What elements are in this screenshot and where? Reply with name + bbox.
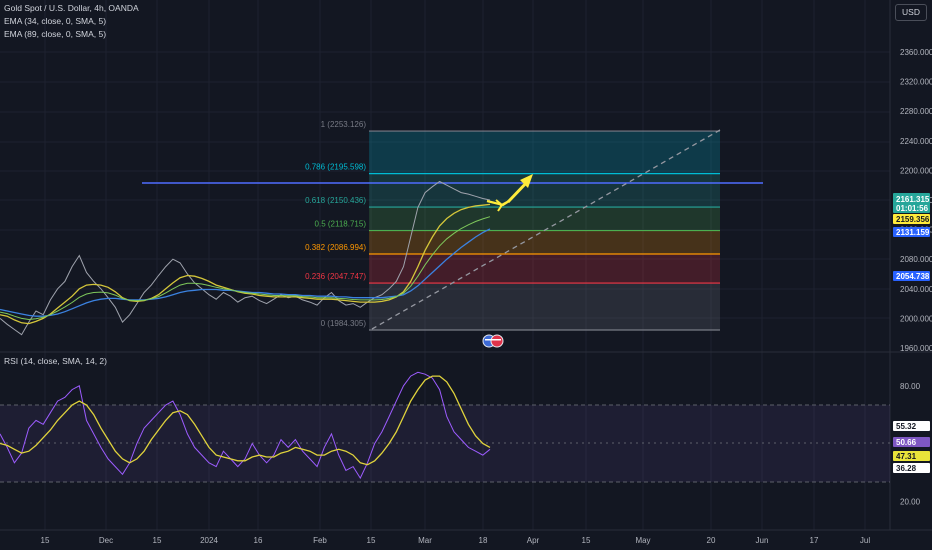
time-axis-label: 15 [153,536,162,545]
fib-level-label: 0.382 (2086.994) [305,243,366,252]
svg-text:36.28: 36.28 [896,464,917,473]
time-axis-label: 16 [254,536,263,545]
time-axis-label: Dec [99,536,113,545]
time-axis-label: 15 [582,536,591,545]
fib-zone-band [369,230,720,255]
rsi-axis-label: 20.00 [900,497,921,506]
fib-zone-band [369,207,720,231]
ema89-legend[interactable]: EMA (89, close, 0, SMA, 5) [4,29,106,40]
time-axis-label: 17 [810,536,819,545]
svg-text:2161.315: 2161.315 [896,195,930,204]
time-axis-label: 20 [707,536,716,545]
price-axis-label: 2000.000 [900,314,932,323]
price-axis-label: 2080.000 [900,255,932,264]
fib-level-label: 0.618 (2150.436) [305,196,366,205]
fib-zone-band [369,283,720,331]
svg-text:50.66: 50.66 [896,438,917,447]
fib-zone-band [369,131,720,174]
rsi-legend[interactable]: RSI (14, close, SMA, 14, 2) [4,356,107,367]
fib-level-label: 0 (1984.305) [321,319,367,328]
svg-text:2159.356: 2159.356 [896,215,930,224]
time-axis-label: May [635,536,650,545]
ema34-legend[interactable]: EMA (34, close, 0, SMA, 5) [4,16,106,27]
price-tag: 2054.738 [893,271,930,281]
time-axis-label: Mar [418,536,432,545]
time-axis-label: 15 [367,536,376,545]
price-tag: 47.31 [893,451,930,461]
time-axis-label: Jun [756,536,769,545]
us-flag-event-icon[interactable] [482,334,504,348]
price-axis-label: 2320.000 [900,78,932,87]
fibonacci-retracement[interactable]: 1 (2253.126) 0.786 (2195.598) 0.618 (2150.… [305,120,720,331]
price-axis-label: 2280.000 [900,107,932,116]
fib-level-label: 0.5 (2118.715) [315,220,367,229]
time-axis-label: 2024 [200,536,218,545]
symbol-title[interactable]: Gold Spot / U.S. Dollar, 4h, OANDA [4,3,139,14]
price-axis-label: 1960.000 [900,344,932,353]
fib-zone-band [369,173,720,208]
price-tag: 50.66 [893,437,930,447]
time-axis[interactable]: 15 Dec 15 2024 16 Feb 15 Mar 18 Apr 15 May 20 Jun 17 Ju… [41,536,871,545]
last-price-tag: 2161.31501:01:56 [893,193,930,213]
time-axis-label: 15 [41,536,50,545]
price-tag: 2131.159 [893,227,930,237]
currency-button[interactable]: USD [895,4,927,21]
price-tag: 55.32 [893,421,930,431]
time-axis-label: Feb [313,536,327,545]
price-tag: 36.28 [893,463,930,473]
svg-text:2131.159: 2131.159 [896,228,930,237]
svg-text:2054.738: 2054.738 [896,272,930,281]
fib-level-label: 0.236 (2047.747) [305,272,366,281]
svg-text:01:01:56: 01:01:56 [896,204,929,213]
price-tag: 2159.356 [893,214,930,224]
svg-text:55.32: 55.32 [896,422,917,431]
fib-level-label: 1 (2253.126) [321,120,367,129]
price-axis-label: 2040.000 [900,285,932,294]
rsi-axis-label: 80.00 [900,382,921,391]
price-tags: 2161.31501:01:56 2159.356 2131.159 2054.738… [893,193,930,473]
price-axis-label: 2200.000 [900,166,932,175]
time-axis-label: 18 [479,536,488,545]
time-axis-label: Apr [527,536,540,545]
time-axis-label: Jul [860,536,870,545]
price-axis-label: 2240.000 [900,137,932,146]
svg-text:47.31: 47.31 [896,452,917,461]
fib-level-label: 0.786 (2195.598) [305,163,366,172]
price-axis-label: 2360.000 [900,48,932,57]
chart-canvas[interactable]: 1 (2253.126) 0.786 (2195.598) 0.618 (2150.… [0,0,932,550]
rsi-pane [0,371,890,483]
